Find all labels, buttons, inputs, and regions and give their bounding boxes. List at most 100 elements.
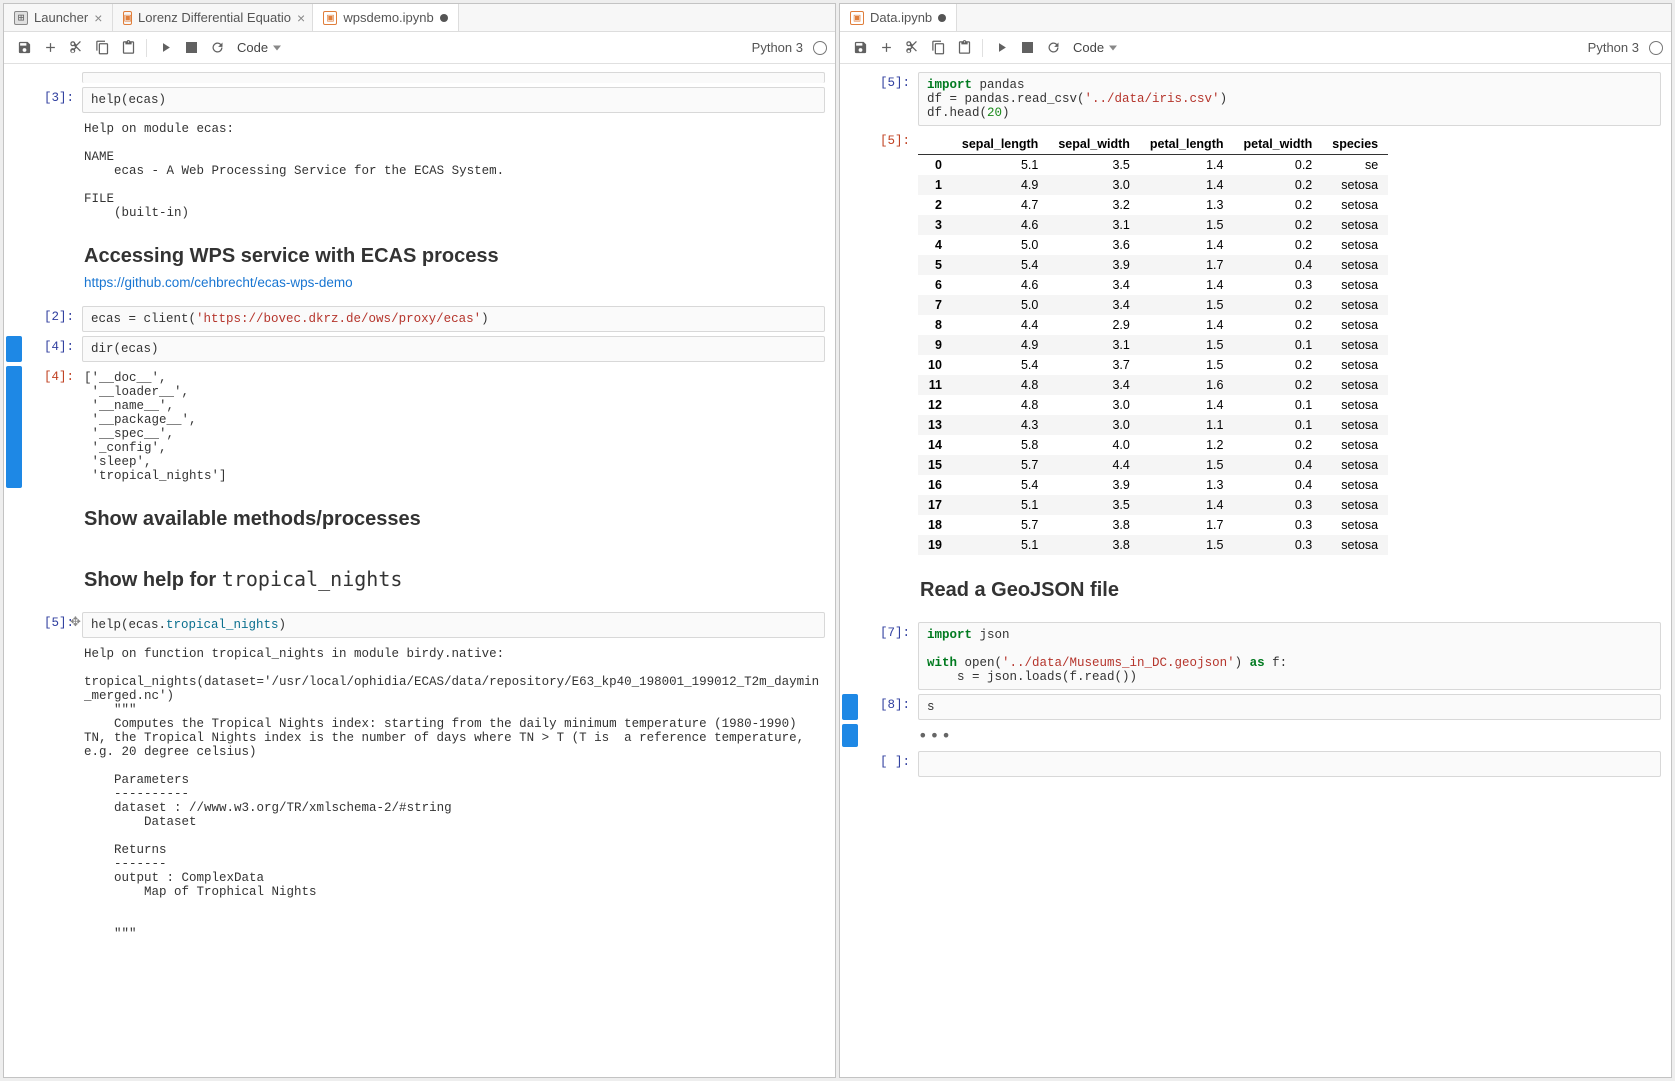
code-cell[interactable]: [4]: dir(ecas)	[4, 334, 835, 364]
kernel-status-icon[interactable]	[813, 41, 827, 55]
tab-lorenz-differential-equatio[interactable]: ▣Lorenz Differential Equatio×	[113, 4, 313, 31]
df-cell: setosa	[1322, 175, 1388, 195]
code-input[interactable]: help(ecas.tropical_nights)	[82, 612, 825, 638]
df-index: 13	[918, 415, 952, 435]
left-notebook[interactable]: [3]: help(ecas) Help on module ecas: NAM…	[4, 64, 835, 1077]
stop-button[interactable]	[179, 36, 203, 60]
df-cell: 0.2	[1234, 355, 1323, 375]
launcher-icon: ⊞	[14, 11, 28, 25]
save-button[interactable]	[848, 36, 872, 60]
df-cell: 1.5	[1140, 535, 1234, 555]
tab-data-ipynb[interactable]: ▣ Data.ipynb	[840, 4, 957, 31]
paste-button[interactable]	[952, 36, 976, 60]
stop-button[interactable]	[1015, 36, 1039, 60]
cell-prompt: [3]:	[22, 87, 82, 113]
df-cell: 4.9	[952, 175, 1048, 195]
toolbar-separator	[146, 39, 147, 57]
section-heading: Accessing WPS service with ECAS process	[84, 245, 823, 268]
code-input[interactable]: s	[918, 694, 1661, 720]
output-cell[interactable]: •••	[840, 722, 1671, 749]
table-row: 55.43.91.70.4setosa	[918, 255, 1388, 275]
save-button[interactable]	[12, 36, 36, 60]
df-index: 0	[918, 155, 952, 176]
celltype-select[interactable]: Code	[231, 38, 285, 57]
df-index: 14	[918, 435, 952, 455]
tab-wpsdemo-ipynb[interactable]: ▣wpsdemo.ipynb	[313, 4, 458, 31]
df-cell: 5.4	[952, 255, 1048, 275]
table-row: 45.03.61.40.2setosa	[918, 235, 1388, 255]
markdown-cell[interactable]: Accessing WPS service with ECAS process …	[4, 227, 835, 304]
df-cell: 1.7	[1140, 515, 1234, 535]
kernel-name[interactable]: Python 3	[752, 40, 803, 55]
df-cell: 4.4	[1048, 455, 1140, 475]
df-cell: 3.8	[1048, 515, 1140, 535]
df-header	[918, 134, 952, 155]
insert-cell-button[interactable]	[38, 36, 62, 60]
right-notebook[interactable]: [5]: import pandas df = pandas.read_csv(…	[840, 64, 1671, 1077]
code-input[interactable]: import pandas df = pandas.read_csv('../d…	[918, 72, 1661, 126]
df-cell: 4.9	[952, 335, 1048, 355]
df-index: 17	[918, 495, 952, 515]
table-row: 84.42.91.40.2setosa	[918, 315, 1388, 335]
df-cell: setosa	[1322, 395, 1388, 415]
df-header: petal_width	[1234, 134, 1323, 155]
tab-label: Data.ipynb	[870, 10, 932, 25]
code-cell[interactable]	[4, 70, 835, 85]
df-index: 7	[918, 295, 952, 315]
repo-link[interactable]: https://github.com/cehbrecht/ecas-wps-de…	[84, 275, 353, 290]
restart-button[interactable]	[205, 36, 229, 60]
code-input[interactable]	[918, 751, 1661, 777]
df-cell: 0.2	[1234, 235, 1323, 255]
restart-button[interactable]	[1041, 36, 1065, 60]
code-cell[interactable]: [2]: ecas = client('https://bovec.dkrz.d…	[4, 304, 835, 334]
df-cell: 0.2	[1234, 375, 1323, 395]
df-cell: 5.4	[952, 355, 1048, 375]
df-cell: 4.4	[952, 315, 1048, 335]
tab-launcher[interactable]: ⊞Launcher×	[4, 4, 113, 31]
kernel-status-icon[interactable]	[1649, 41, 1663, 55]
left-toolbar: Code Python 3	[4, 32, 835, 64]
df-index: 5	[918, 255, 952, 275]
kernel-name[interactable]: Python 3	[1588, 40, 1639, 55]
copy-button[interactable]	[926, 36, 950, 60]
code-cell[interactable]: [8]: s	[840, 692, 1671, 722]
df-cell: 1.5	[1140, 455, 1234, 475]
df-cell: setosa	[1322, 475, 1388, 495]
output-cell: [5]: sepal_lengthsepal_widthpetal_length…	[840, 128, 1671, 561]
code-input[interactable]: dir(ecas)	[82, 336, 825, 362]
code-cell[interactable]: [3]: help(ecas)	[4, 85, 835, 115]
cut-button[interactable]	[900, 36, 924, 60]
celltype-select[interactable]: Code	[1067, 38, 1121, 57]
code-cell[interactable]: [5]: help(ecas.tropical_nights)	[4, 610, 835, 640]
code-cell[interactable]: [5]: import pandas df = pandas.read_csv(…	[840, 70, 1671, 128]
code-cell[interactable]: [ ]:	[840, 749, 1671, 779]
table-row: 165.43.91.30.4setosa	[918, 475, 1388, 495]
copy-button[interactable]	[90, 36, 114, 60]
df-cell: setosa	[1322, 535, 1388, 555]
code-input[interactable]: help(ecas)	[82, 87, 825, 113]
table-row: 145.84.01.20.2setosa	[918, 435, 1388, 455]
markdown-cell[interactable]: Show help for tropical_nights	[4, 549, 835, 610]
df-cell: setosa	[1322, 215, 1388, 235]
close-icon[interactable]: ×	[297, 10, 305, 26]
cut-button[interactable]	[64, 36, 88, 60]
code-input[interactable]: import json with open('../data/Museums_i…	[918, 622, 1661, 690]
notebook-icon: ▣	[850, 11, 864, 25]
collapsed-output-icon[interactable]: •••	[918, 724, 1661, 747]
df-cell: setosa	[1322, 315, 1388, 335]
markdown-cell[interactable]: Show available methods/processes	[4, 490, 835, 549]
run-button[interactable]	[989, 36, 1013, 60]
insert-cell-button[interactable]	[874, 36, 898, 60]
df-cell: 0.4	[1234, 475, 1323, 495]
run-button[interactable]	[153, 36, 177, 60]
df-cell: 3.7	[1048, 355, 1140, 375]
close-icon[interactable]: ×	[94, 10, 102, 26]
paste-button[interactable]	[116, 36, 140, 60]
df-cell: 3.5	[1048, 155, 1140, 176]
left-pane: ⊞Launcher×▣Lorenz Differential Equatio×▣…	[3, 3, 836, 1078]
markdown-cell[interactable]: Read a GeoJSON file	[840, 561, 1671, 620]
code-cell[interactable]: [7]: import json with open('../data/Muse…	[840, 620, 1671, 692]
df-cell: 1.4	[1140, 155, 1234, 176]
code-input[interactable]: ecas = client('https://bovec.dkrz.de/ows…	[82, 306, 825, 332]
df-cell: 5.1	[952, 535, 1048, 555]
